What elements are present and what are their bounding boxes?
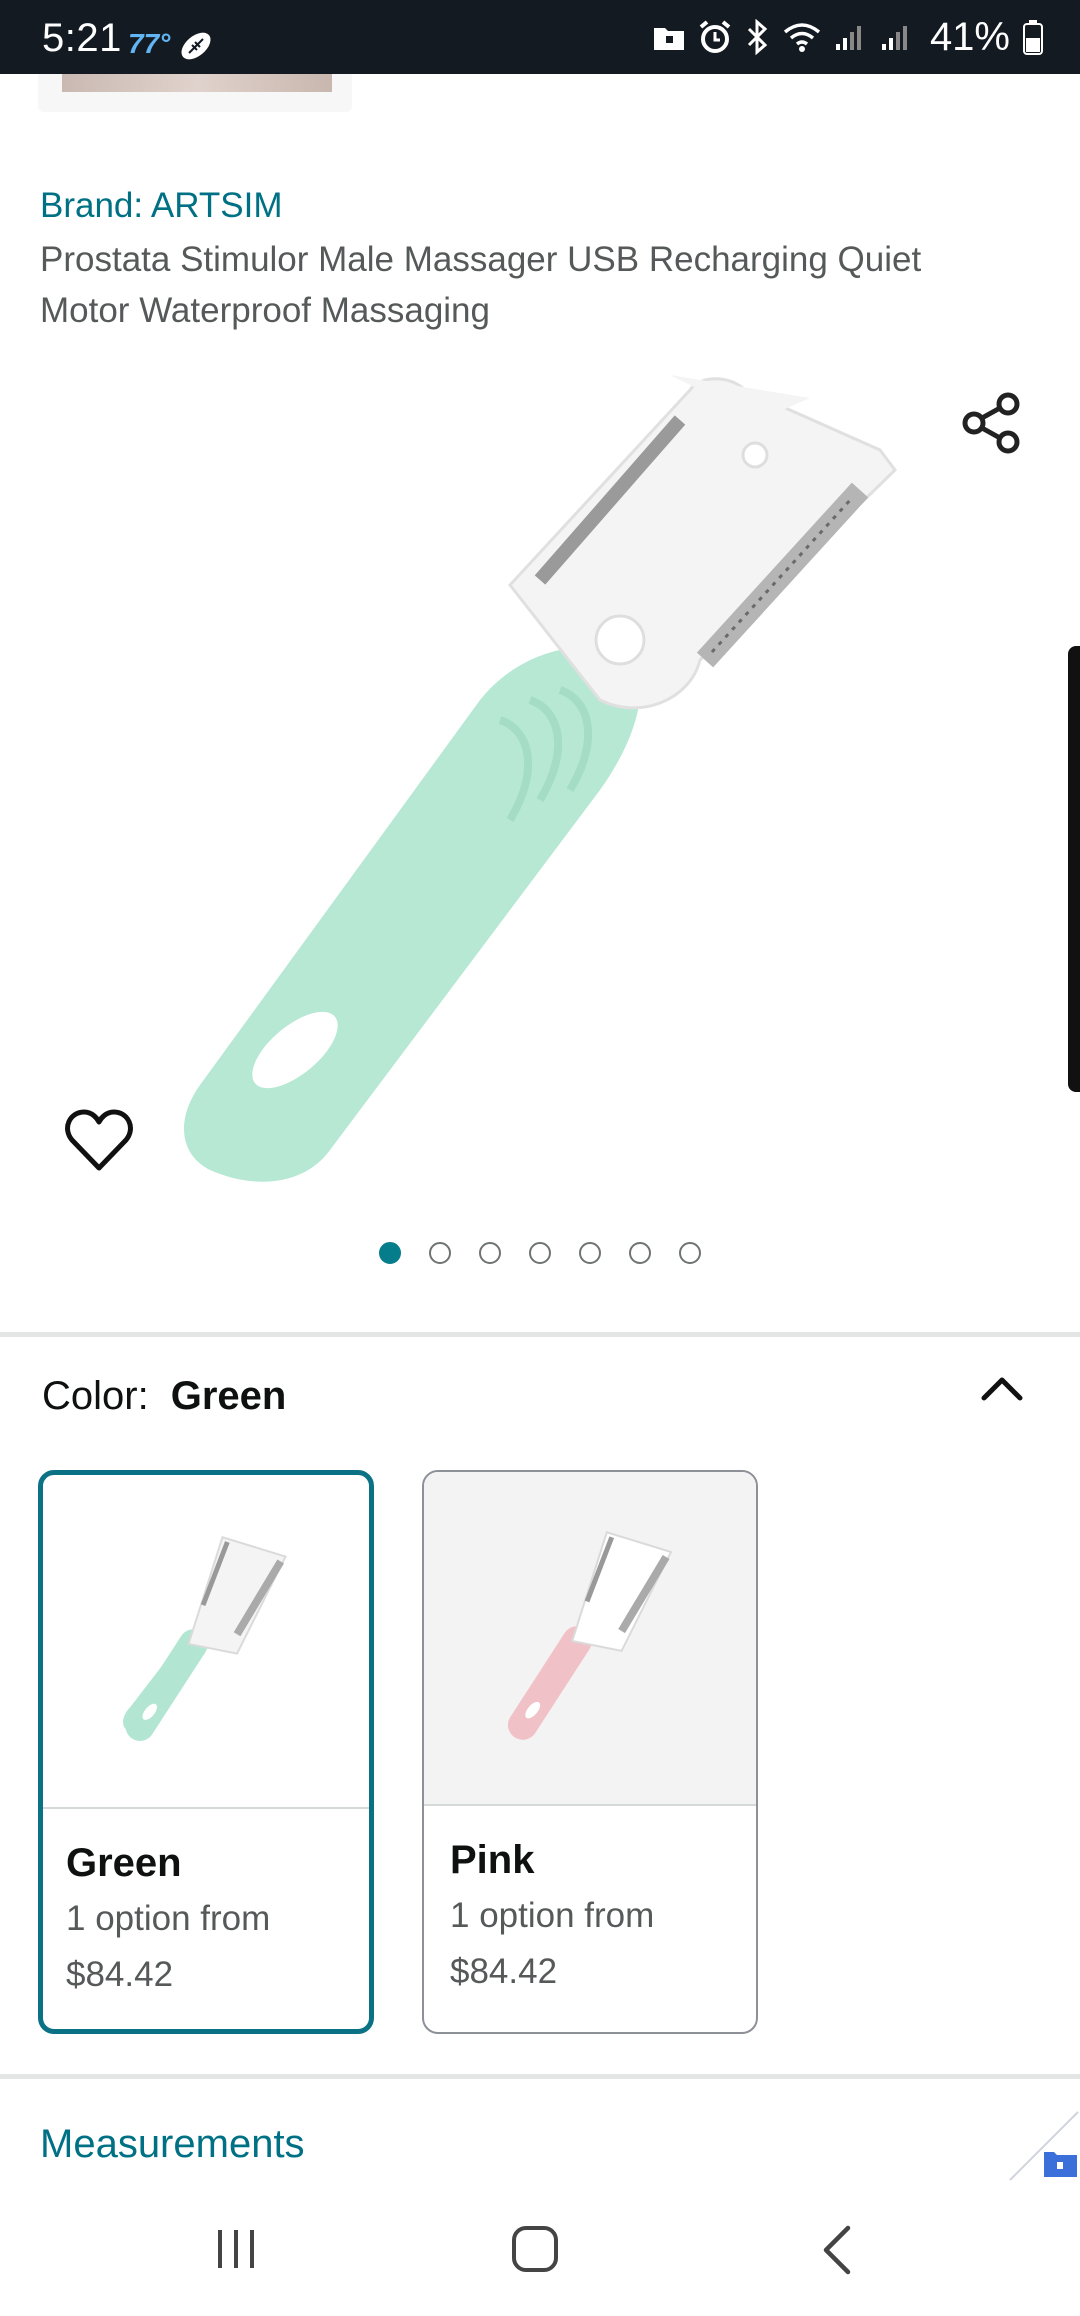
color-selected-value: Green: [170, 1374, 287, 1418]
option-name: Green: [66, 1841, 182, 1885]
signal-icon-2: [881, 26, 907, 50]
measurements-section-link[interactable]: Measurements: [40, 2122, 305, 2167]
home-icon[interactable]: [510, 2224, 560, 2274]
color-label: Color:: [42, 1374, 149, 1418]
color-selector-header[interactable]: Color: Green: [42, 1374, 286, 1419]
pink-variant-image: [424, 1472, 756, 1806]
previous-image-thumbnail[interactable]: [38, 74, 352, 112]
heart-icon[interactable]: [64, 1108, 134, 1174]
bluetooth-icon: [747, 19, 768, 55]
status-bar: 5:21 77° 41%: [0, 0, 1080, 74]
color-option-green[interactable]: Green 1 option from $84.42: [38, 1470, 374, 2034]
status-icons: 41%: [652, 14, 1044, 60]
back-icon[interactable]: [820, 2224, 854, 2276]
carousel-dot[interactable]: [529, 1242, 551, 1264]
color-option-pink[interactable]: Pink 1 option from $84.42: [422, 1470, 758, 2034]
folder-lock-icon: [653, 28, 684, 50]
battery-icon: [1023, 20, 1043, 55]
carousel-dot[interactable]: [479, 1242, 501, 1264]
chevron-up-icon[interactable]: [978, 1370, 1026, 1406]
carousel-dot[interactable]: [629, 1242, 651, 1264]
battery-percent: 41%: [929, 14, 1010, 59]
option-availability: 1 option from: [66, 1899, 271, 1938]
edge-panel-handle[interactable]: [1068, 646, 1080, 1092]
green-variant-image: [43, 1535, 369, 1809]
section-divider: [0, 1332, 1080, 1337]
option-price: $84.42: [66, 1955, 174, 1994]
carousel-dot[interactable]: [379, 1242, 401, 1264]
section-divider: [0, 2074, 1080, 2079]
football-icon: [181, 32, 211, 60]
secure-folder-badge-icon: [1009, 2111, 1079, 2181]
option-name: Pink: [450, 1838, 535, 1882]
thumbnail-strip: [62, 74, 332, 92]
recent-apps-icon[interactable]: [212, 2226, 260, 2272]
carousel-dot[interactable]: [679, 1242, 701, 1264]
status-temperature: 77°: [128, 28, 171, 59]
product-title: Prostata Stimulor Male Massager USB Rech…: [40, 240, 922, 330]
option-price: $84.42: [450, 1952, 558, 1991]
carousel-dot[interactable]: [429, 1242, 451, 1264]
carousel-dot[interactable]: [579, 1242, 601, 1264]
status-time: 5:21: [42, 16, 122, 60]
brand-link[interactable]: Brand: ARTSIM: [40, 186, 283, 226]
signal-icon: [835, 26, 861, 50]
share-icon[interactable]: [958, 388, 1028, 458]
option-availability: 1 option from: [450, 1896, 655, 1935]
wifi-icon: [783, 23, 821, 52]
product-image[interactable]: [0, 340, 1080, 1240]
image-carousel-dots: [0, 1242, 1080, 1272]
alarm-icon: [699, 20, 731, 53]
